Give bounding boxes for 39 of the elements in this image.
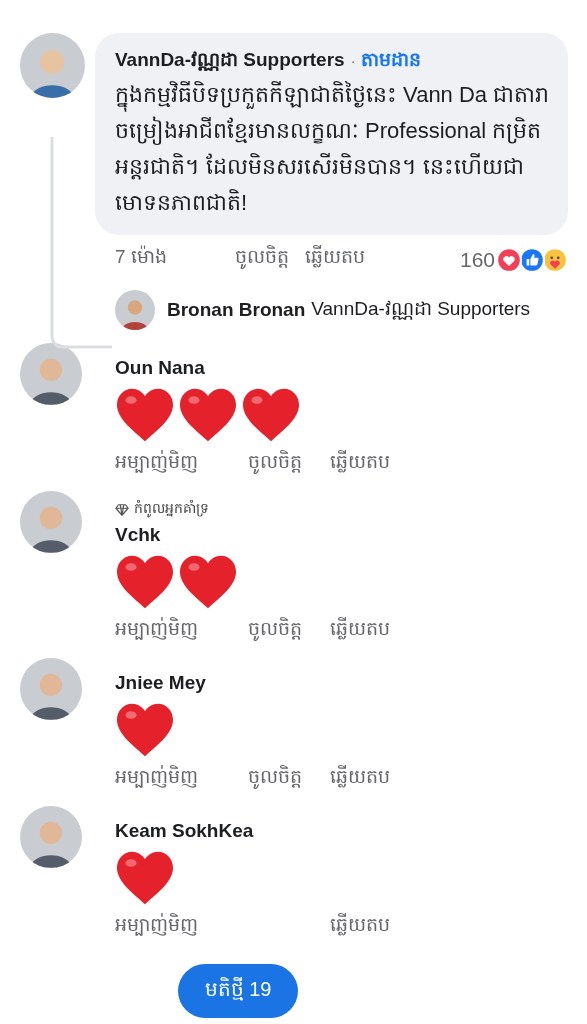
- heart-emoji-icon: [115, 850, 175, 906]
- follow-link[interactable]: តាមដាន: [361, 47, 422, 75]
- like-link[interactable]: ចូលចិត្ត: [235, 244, 305, 272]
- heart-emoji-icon: [115, 554, 175, 610]
- heart-emoji-icon: [178, 387, 238, 443]
- like-link[interactable]: ចូលចិត្ត: [248, 449, 330, 477]
- heart-reaction-icon: [496, 247, 522, 273]
- thumbs-up-icon: [519, 247, 545, 273]
- reply-link[interactable]: ឆ្លើយតប: [330, 449, 450, 477]
- diamond-icon: [115, 502, 129, 517]
- hugging-face-icon: [542, 247, 568, 273]
- timestamp: 7 ម៉ោង: [115, 244, 168, 269]
- avatar[interactable]: [115, 290, 155, 330]
- reply-link[interactable]: ឆ្លើយតប: [330, 912, 450, 940]
- comment-text: ក្នុងកម្មវិធីបិទប្រកួតកីឡាជាតិថ្ងៃនេះ Vann Da ជាតារាចម្រៀងអាជីពខ្មែរមានលក្ខណៈ Professional កម្រិតអន្តរជាតិ។ ដែលមិនសរសើរមិនបាន។ នេះហើយជាមោទនភាពជាតិ!: [115, 80, 550, 217]
- author-name[interactable]: Vchk: [115, 524, 161, 546]
- timestamp: អម្បាញ់មិញ: [115, 616, 199, 642]
- author-name[interactable]: Oun Nana: [115, 357, 205, 379]
- reaction-count[interactable]: 160: [459, 248, 495, 272]
- reply-preview-text[interactable]: VannDa-វណ្ណដា Supporters: [311, 296, 531, 324]
- like-link[interactable]: ចូលចិត្ត: [248, 616, 330, 644]
- heart-emoji-icon: [115, 702, 175, 758]
- author-name[interactable]: VannDa-វណ្ណដា Supporters: [115, 47, 345, 75]
- reply-link[interactable]: ឆ្លើយតប: [330, 616, 450, 644]
- timestamp: អម្បាញ់មិញ: [115, 764, 199, 790]
- reply-link[interactable]: ឆ្លើយតប: [330, 764, 450, 792]
- heart-emoji-icon: [178, 554, 238, 610]
- reply-author-name[interactable]: Bronan Bronan: [167, 299, 306, 321]
- new-comments-button[interactable]: មតិថ្មី 19: [178, 964, 298, 1018]
- like-link[interactable]: ចូលចិត្ត: [248, 764, 330, 792]
- timestamp: អម្បាញ់មិញ: [115, 912, 199, 938]
- heart-emoji-icon: [115, 387, 175, 443]
- heart-emoji-icon: [241, 387, 301, 443]
- top-fan-label: កំពូលអ្នកគាំទ្រ: [134, 499, 209, 520]
- separator-dot: ·: [350, 53, 356, 69]
- author-name[interactable]: Keam SokhKea: [115, 820, 254, 842]
- reply-link[interactable]: ឆ្លើយតប: [305, 244, 425, 272]
- timestamp: អម្បាញ់មិញ: [115, 449, 199, 475]
- author-name[interactable]: Jniee Mey: [115, 672, 206, 694]
